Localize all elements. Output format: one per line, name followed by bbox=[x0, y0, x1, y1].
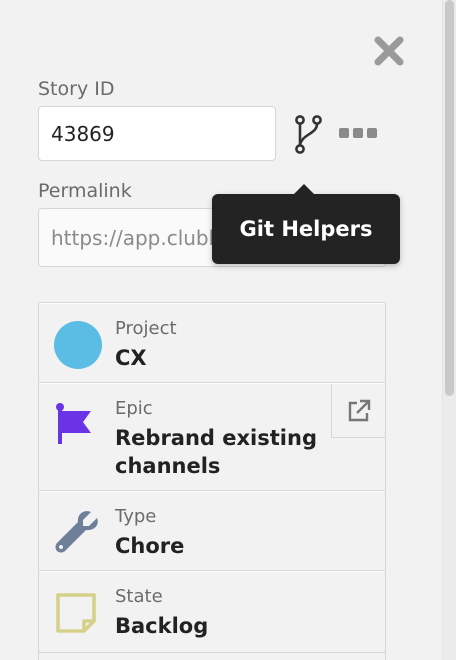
story-attributes: Project CX Epic Rebrand existing channel… bbox=[38, 302, 386, 660]
git-helpers-button[interactable] bbox=[292, 114, 324, 156]
backlog-state-icon bbox=[56, 593, 96, 633]
attribute-row-type[interactable]: Type Chore bbox=[39, 491, 385, 571]
attribute-key: Epic bbox=[115, 398, 153, 419]
attribute-key: State bbox=[115, 586, 163, 607]
attribute-row-project[interactable]: Project CX bbox=[39, 303, 385, 383]
attribute-value: CX bbox=[115, 346, 147, 370]
close-icon bbox=[374, 36, 404, 66]
attribute-row-state[interactable]: State Backlog bbox=[39, 571, 385, 653]
attribute-row-epic[interactable]: Epic Rebrand existing channels bbox=[39, 383, 385, 491]
more-options-icon bbox=[339, 128, 349, 138]
epic-flag-icon bbox=[56, 403, 91, 444]
close-button[interactable] bbox=[372, 34, 406, 68]
git-branch-icon bbox=[295, 115, 322, 154]
attribute-key: Project bbox=[115, 318, 177, 339]
attribute-value: Chore bbox=[115, 534, 185, 558]
wrench-icon bbox=[55, 511, 98, 553]
external-link-icon bbox=[348, 399, 370, 421]
more-options-dot bbox=[367, 128, 377, 138]
permalink-label: Permalink bbox=[38, 180, 132, 202]
scrollbar-thumb[interactable] bbox=[445, 0, 454, 396]
more-options-dot bbox=[353, 128, 363, 138]
more-options-button[interactable] bbox=[339, 124, 379, 142]
project-circle-icon bbox=[54, 321, 102, 369]
attribute-value: Backlog bbox=[115, 614, 209, 638]
story-id-field[interactable]: 43869 bbox=[38, 106, 276, 161]
attribute-value: Rebrand existing channels bbox=[115, 426, 317, 478]
story-id-label: Story ID bbox=[38, 78, 115, 100]
scrollbar[interactable] bbox=[442, 0, 456, 660]
git-helpers-tooltip: Git Helpers bbox=[212, 184, 400, 264]
open-epic-button[interactable] bbox=[331, 384, 385, 438]
attribute-key: Type bbox=[115, 506, 157, 527]
